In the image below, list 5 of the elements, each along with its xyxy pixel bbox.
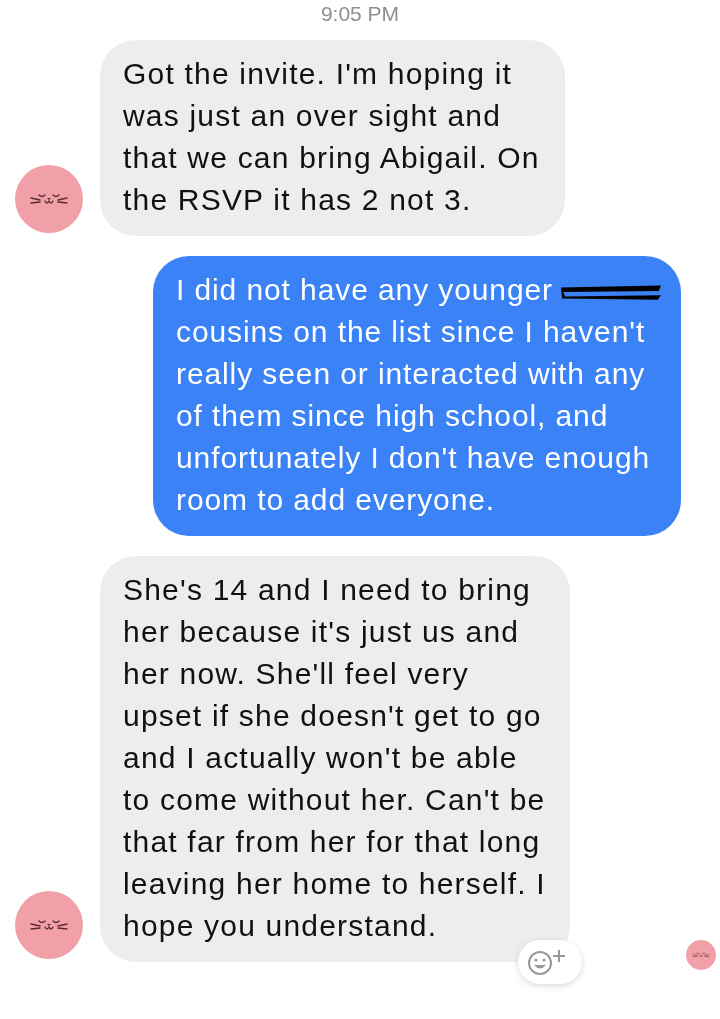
timestamp: 9:05 PM xyxy=(320,1,400,27)
message-text: Got the invite. I'm hoping it was just an over sight and that we can bring Abigail. On the RSVP it has 2 not 3. xyxy=(123,56,541,218)
message-text: She's 14 and I need to bring her because it's just us and her now. She'll feel very upset if she doesn't get to go and I actually won't be able to come without her. Can't be that far from her for that long leaving her home to herself. I hope you understand. xyxy=(123,572,547,944)
add-reaction-button[interactable] xyxy=(518,940,582,984)
message-text: I did not have any younger cousins on the list since I haven't really seen or interacted with any of them since high school, and unfortunately I don't have enough room to add everyone. xyxy=(176,272,652,518)
